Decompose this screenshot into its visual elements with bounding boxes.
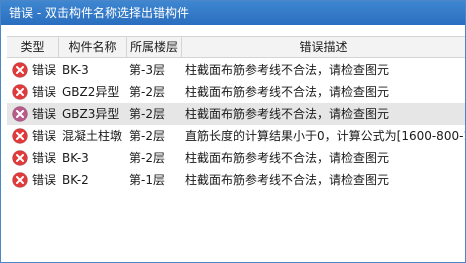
cell-description: 直筋长度的计算结果小于0，计算公式为[1600-800-1 bbox=[185, 129, 465, 143]
cell-component-name[interactable]: GBZ3异型 bbox=[62, 103, 127, 125]
cell-component-name[interactable]: BK-3 bbox=[62, 147, 127, 169]
cell-type-label: 错误 bbox=[32, 151, 57, 165]
cell-description: 柱截面布筋参考线不合法，请检查图元 bbox=[185, 107, 390, 121]
table-row[interactable]: 错误 BK-3 第-2层 柱截面布筋参考线不合法，请检查图元 bbox=[7, 147, 465, 169]
cell-type: 错误 bbox=[7, 147, 59, 169]
title-bar[interactable]: 错误 - 双击构件名称选择出错构件 bbox=[1, 1, 465, 25]
cell-component-name[interactable]: 混凝土柱墩 bbox=[62, 125, 127, 147]
error-icon bbox=[12, 84, 28, 100]
cell-description: 柱截面布筋参考线不合法，请检查图元 bbox=[185, 85, 390, 99]
cell-description: 柱截面布筋参考线不合法，请检查图元 bbox=[185, 151, 390, 165]
error-icon bbox=[12, 106, 28, 122]
cell-floor: 第-1层 bbox=[129, 173, 165, 187]
table-row[interactable]: 错误 BK-2 第-1层 柱截面布筋参考线不合法，请检查图元 bbox=[7, 169, 465, 191]
cell-type-label: 错误 bbox=[32, 85, 57, 99]
error-window: 错误 - 双击构件名称选择出错构件 类型 构件名称 所属楼层 错误描述 错误 BK… bbox=[0, 0, 466, 263]
error-icon bbox=[12, 172, 28, 188]
table-row[interactable]: 错误 GBZ3异型 第-2层 柱截面布筋参考线不合法，请检查图元 bbox=[7, 103, 465, 125]
column-header-type[interactable]: 类型 bbox=[7, 37, 59, 57]
cell-type-label: 错误 bbox=[32, 63, 57, 77]
cell-type: 错误 bbox=[7, 81, 59, 103]
error-icon bbox=[12, 62, 28, 78]
cell-description: 柱截面布筋参考线不合法，请检查图元 bbox=[185, 173, 390, 187]
cell-description: 柱截面布筋参考线不合法，请检查图元 bbox=[185, 63, 390, 77]
column-header-name[interactable]: 构件名称 bbox=[59, 37, 127, 57]
cell-type-label: 错误 bbox=[32, 107, 57, 121]
cell-type: 错误 bbox=[7, 59, 59, 81]
cell-component-name[interactable]: BK-2 bbox=[62, 169, 127, 191]
error-icon bbox=[12, 150, 28, 166]
cell-component-name[interactable]: BK-3 bbox=[62, 59, 127, 81]
table-row[interactable]: 错误 GBZ2异型 第-2层 柱截面布筋参考线不合法，请检查图元 bbox=[7, 81, 465, 103]
cell-floor: 第-3层 bbox=[129, 63, 165, 77]
cell-floor: 第-2层 bbox=[129, 85, 165, 99]
cell-type: 错误 bbox=[7, 169, 59, 191]
window-title: 错误 - 双击构件名称选择出错构件 bbox=[9, 6, 189, 20]
table-row[interactable]: 错误 BK-3 第-3层 柱截面布筋参考线不合法，请检查图元 bbox=[7, 59, 465, 81]
cell-floor: 第-2层 bbox=[129, 151, 165, 165]
table-header: 类型 构件名称 所属楼层 错误描述 bbox=[7, 36, 465, 58]
error-list-table[interactable]: 类型 构件名称 所属楼层 错误描述 错误 BK-3 第-3层 柱截面布筋参考线不合法，… bbox=[7, 36, 465, 256]
column-header-floor[interactable]: 所属楼层 bbox=[127, 37, 182, 57]
cell-type-label: 错误 bbox=[32, 129, 57, 143]
cell-type: 错误 bbox=[7, 125, 59, 147]
error-icon bbox=[12, 128, 28, 144]
table-row[interactable]: 错误 混凝土柱墩 第-2层 直筋长度的计算结果小于0，计算公式为[1600-800-1 bbox=[7, 125, 465, 147]
cell-floor: 第-2层 bbox=[129, 129, 165, 143]
cell-floor: 第-2层 bbox=[129, 107, 165, 121]
column-header-description[interactable]: 错误描述 bbox=[182, 37, 465, 57]
cell-type: 错误 bbox=[7, 103, 59, 125]
cell-type-label: 错误 bbox=[32, 173, 57, 187]
cell-component-name[interactable]: GBZ2异型 bbox=[62, 81, 127, 103]
